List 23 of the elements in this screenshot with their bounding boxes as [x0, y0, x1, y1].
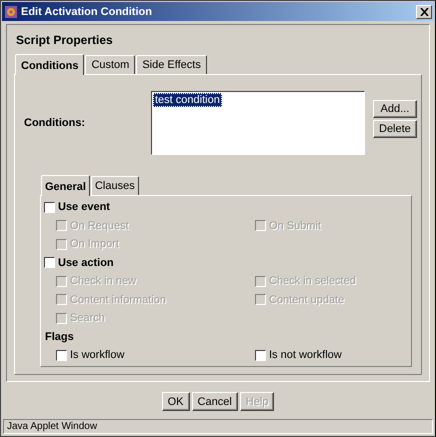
tab[interactable]: Custom	[85, 55, 136, 74]
tab[interactable]: Clauses	[90, 176, 139, 195]
close-icon	[420, 8, 428, 16]
window-title: Edit Activation Condition	[21, 6, 153, 18]
section-heading: Script Properties	[16, 33, 114, 48]
app-icon	[4, 4, 18, 18]
tab[interactable]: General	[41, 175, 90, 196]
list-button[interactable]: Add...	[373, 100, 417, 118]
list-button[interactable]: Delete	[373, 120, 417, 138]
checkbox[interactable]: Use action	[44, 256, 114, 269]
tab[interactable]: Side Effects	[136, 55, 207, 74]
status-bar: Java Applet Window	[3, 419, 433, 434]
checkbox[interactable]: Is not workflow	[255, 349, 342, 362]
dialog-button[interactable]: Cancel	[192, 392, 238, 411]
list-item[interactable]: test condition	[153, 93, 222, 107]
close-button[interactable]	[416, 4, 432, 18]
tab[interactable]: Conditions	[15, 54, 84, 75]
conditions-list[interactable]: test condition	[151, 91, 365, 155]
conditions-label: Conditions:	[24, 116, 86, 129]
group-heading: Flags	[44, 330, 75, 343]
checkbox[interactable]: Use event	[44, 201, 110, 214]
checkbox[interactable]: Is workflow	[56, 349, 124, 362]
dialog-button[interactable]: OK	[162, 392, 190, 411]
